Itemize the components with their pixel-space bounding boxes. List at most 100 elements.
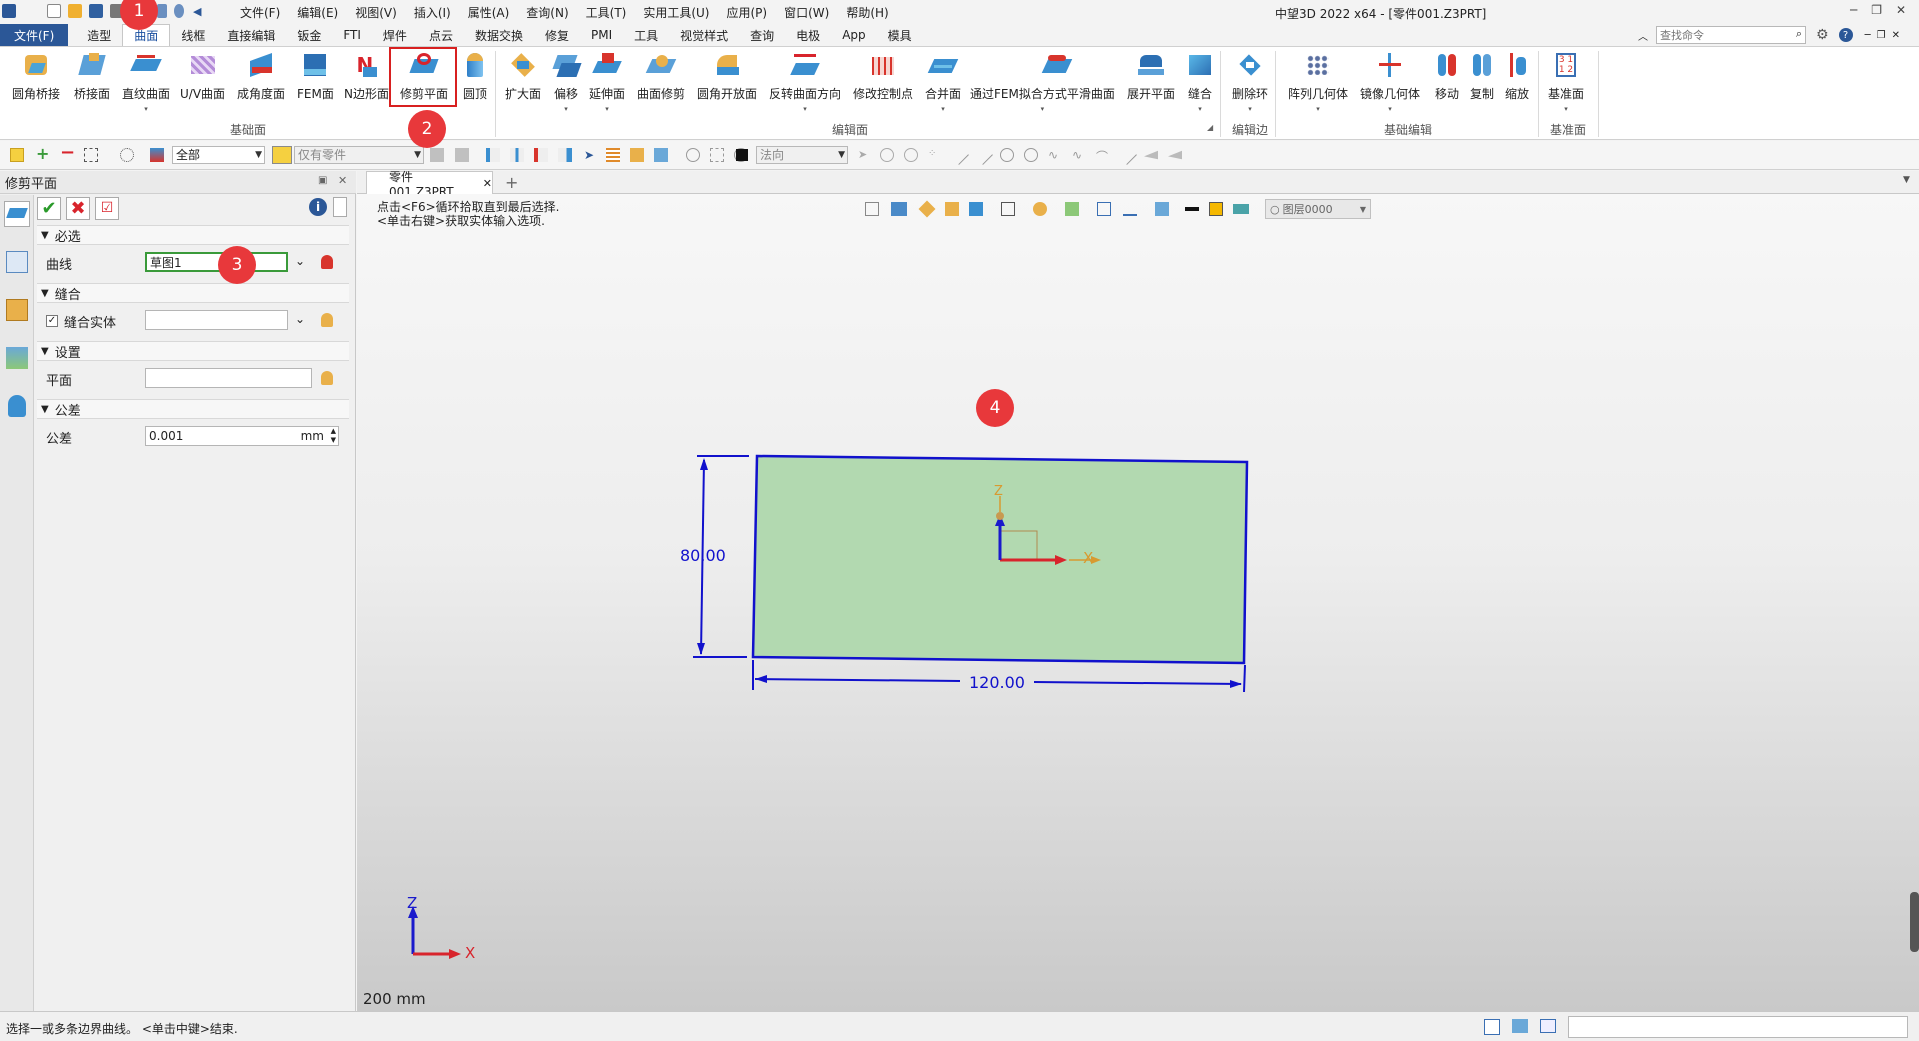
dashed-box-icon[interactable] [710, 148, 724, 162]
apply-icon[interactable]: ☑ [95, 197, 119, 220]
save-icon[interactable] [89, 4, 103, 18]
filter-select[interactable]: 全部 ▼ [172, 146, 265, 164]
offset-button[interactable]: 偏移 ▾ [551, 51, 582, 113]
snap-icon-1[interactable] [880, 148, 894, 162]
line-icon-1[interactable] [949, 145, 969, 165]
new-tab-icon[interactable]: + [505, 173, 518, 192]
edit-surface-expand-icon[interactable]: ◢ [1207, 123, 1213, 132]
help-icon[interactable]: ? [1838, 28, 1853, 42]
new-file-icon[interactable] [47, 4, 61, 18]
section-stitch[interactable]: ▼ 缝合 [37, 283, 349, 303]
tab-visual-style[interactable]: 视觉样式 [669, 24, 739, 46]
close-icon[interactable]: ✕ [1896, 3, 1906, 17]
doc-tab-close-icon[interactable]: ✕ [483, 177, 492, 190]
menu-utilities[interactable]: 实用工具(U) [643, 4, 709, 21]
tab-tools[interactable]: 工具 [623, 24, 669, 46]
mirror-geometry-button[interactable]: 镜像几何体 ▾ [1360, 51, 1420, 113]
section-settings[interactable]: ▼ 设置 [37, 341, 349, 361]
merge-surface-button[interactable]: 合并面 ▾ [925, 51, 961, 113]
pin-icon[interactable]: ▣ [318, 175, 327, 186]
panel-close-icon[interactable]: ✕ [338, 174, 347, 187]
part-scope-icon[interactable] [272, 146, 292, 164]
timer-icon[interactable] [686, 148, 700, 162]
menu-window[interactable]: 窗口(W) [784, 4, 829, 21]
pattern-geometry-button[interactable]: 阵列几何体 ▾ [1288, 51, 1348, 113]
align-icon-4[interactable] [558, 148, 572, 162]
stitch-checkbox[interactable]: ✓ [46, 315, 58, 327]
pick-icon[interactable]: ➤ [584, 148, 598, 162]
snap-icon-2[interactable] [904, 148, 918, 162]
curve-input[interactable]: 草图1 [145, 252, 288, 272]
settings-gear-icon[interactable]: ⚙ [1816, 27, 1829, 43]
angled-surface-button[interactable]: 成角度面 [237, 51, 285, 102]
expand-chevron-icon[interactable]: ⌄ [295, 312, 305, 326]
direction-square-icon[interactable] [736, 149, 748, 161]
pointer-icon[interactable]: ➤ [858, 148, 872, 162]
trim-plane-tab-icon[interactable] [4, 201, 30, 227]
tab-data-exchange[interactable]: 数据交换 [464, 24, 534, 46]
minimize-icon[interactable]: ─ [1850, 3, 1857, 17]
stitch-input[interactable] [145, 310, 288, 330]
unfold-plane-button[interactable]: 展开平面 [1127, 51, 1175, 102]
curve-icon-1[interactable]: ∿ [1048, 148, 1062, 162]
menu-help[interactable]: 帮助(H) [846, 4, 888, 21]
pick-curve-icon[interactable] [321, 255, 333, 269]
line-icon-3[interactable] [1117, 145, 1137, 165]
tab-file[interactable]: 文件(F) [0, 24, 69, 46]
pick-solid-icon[interactable] [321, 313, 333, 327]
snap-icon-3[interactable]: ⁘ [928, 148, 942, 162]
toolbar-icon-b[interactable] [455, 148, 469, 162]
move-button[interactable]: 移动 [1432, 51, 1462, 102]
curve-icon-2[interactable]: ∿ [1072, 148, 1086, 162]
enlarge-surface-button[interactable]: 扩大面 [505, 51, 541, 102]
info-icon[interactable]: i [309, 198, 327, 216]
tab-modeling[interactable]: 造型 [76, 24, 122, 46]
add-icon[interactable]: + [36, 146, 50, 162]
tolerance-input[interactable]: 0.001 mm ▲ ▼ [145, 426, 339, 446]
scale-button[interactable]: 缩放 [1502, 51, 1532, 102]
normal-select[interactable]: 法向 ▼ [756, 146, 848, 164]
search-icon[interactable]: ⌕ [1796, 27, 1802, 41]
redo-icon[interactable] [174, 4, 184, 18]
line-icon-2[interactable] [973, 145, 993, 165]
box-select-icon[interactable] [84, 148, 98, 162]
circle-icon-1[interactable] [1000, 148, 1014, 162]
tab-electrode[interactable]: 电极 [785, 24, 831, 46]
tab-weldment[interactable]: 焊件 [372, 24, 418, 46]
folder-icon[interactable] [630, 148, 644, 162]
command-input[interactable] [1568, 1016, 1908, 1038]
modify-control-points-button[interactable]: 修改控制点 [853, 51, 913, 102]
user-icon[interactable] [8, 395, 26, 417]
datum-plane-button[interactable]: 3 11 2 基准面 ▾ [1548, 51, 1584, 113]
confirm-check-icon[interactable]: ✔ [37, 197, 61, 220]
cancel-x-icon[interactable]: ✖ [66, 197, 90, 220]
menu-edit[interactable]: 编辑(E) [297, 4, 338, 21]
spinner-icon[interactable]: ▲ ▼ [331, 427, 336, 445]
fem-surface-button[interactable]: FEM面 [297, 51, 334, 102]
bridge-surface-button[interactable]: 桥接面 [74, 51, 110, 102]
image-view-icon[interactable] [6, 347, 28, 369]
menu-view[interactable]: 视图(V) [355, 4, 397, 21]
doc-help-icon[interactable] [333, 197, 347, 217]
tab-inquire[interactable]: 查询 [739, 24, 785, 46]
menu-file[interactable]: 文件(F) [240, 4, 280, 21]
tab-app[interactable]: App [831, 24, 876, 46]
collapse-ribbon-icon[interactable]: ︿ [1638, 28, 1648, 43]
doc-tab-part001[interactable]: 零件001.Z3PRT ✕ [366, 170, 493, 199]
select-arrow-icon[interactable] [10, 148, 24, 162]
3d-viewport[interactable]: 点击<F6>循环拾取直到最后选择. <单击右键>获取实体输入选项. ○ 图层00… [357, 194, 1919, 1011]
menu-tools[interactable]: 工具(T) [586, 4, 627, 21]
doc-minimize-icon[interactable]: ─ [1865, 30, 1871, 41]
menu-inquire[interactable]: 查询(N) [526, 4, 568, 21]
align-icon-3[interactable] [534, 148, 548, 162]
fillet-bridge-button[interactable]: 圆角桥接 [12, 51, 60, 102]
toolbar-icon-a[interactable] [430, 148, 444, 162]
plane-input[interactable] [145, 368, 312, 388]
surface-trim-button[interactable]: 曲面修剪 [637, 51, 685, 102]
uv-surface-button[interactable]: U/V曲面 [180, 51, 225, 102]
menu-attribute[interactable]: 属性(A) [468, 4, 510, 21]
doc-close-icon[interactable]: ✕ [1892, 30, 1900, 41]
part-view-icon[interactable] [6, 299, 28, 321]
align-icon-1[interactable] [486, 148, 500, 162]
align-icon-2[interactable] [510, 148, 524, 162]
